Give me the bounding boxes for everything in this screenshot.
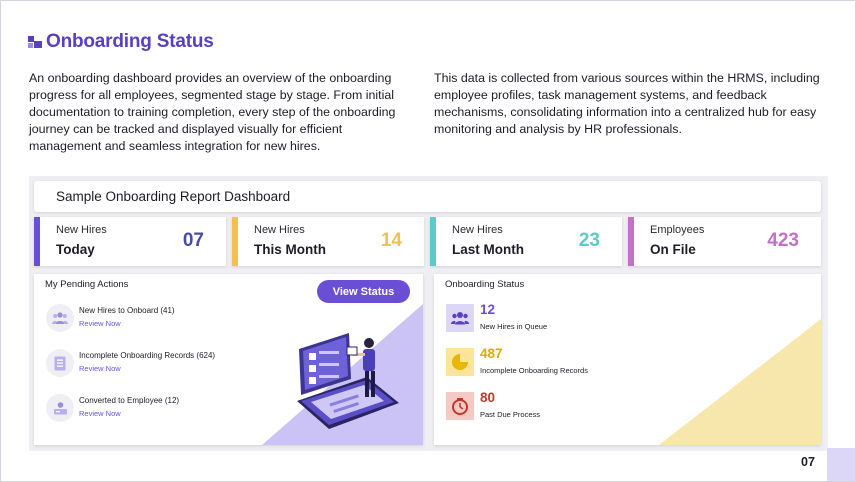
kpi-value: 423 xyxy=(767,230,799,251)
pie-icon xyxy=(446,348,474,376)
logo-icon xyxy=(28,35,42,49)
kpi-card-last-month: New Hires Last Month 23 xyxy=(430,217,622,266)
dashboard-title: Sample Onboarding Report Dashboard xyxy=(56,189,291,204)
page-number: 07 xyxy=(801,448,855,481)
id-card-icon xyxy=(46,394,74,422)
kpi-accent-bar xyxy=(430,217,436,266)
review-now-link[interactable]: Review Now xyxy=(79,364,121,373)
alarm-icon xyxy=(446,392,474,420)
intro-right: This data is collected from various sour… xyxy=(434,71,820,136)
kpi-sublabel: This Month xyxy=(254,242,326,257)
pending-item-label: Incomplete Onboarding Records (624) xyxy=(79,351,216,360)
status-value: 80 xyxy=(480,390,496,405)
status-value: 12 xyxy=(480,302,496,317)
kpi-label: New Hires xyxy=(254,224,305,236)
kpi-card-employees: Employees On File 423 xyxy=(628,217,821,266)
review-now-link[interactable]: Review Now xyxy=(79,409,121,418)
kpi-value: 07 xyxy=(182,230,204,251)
status-label: Incomplete Onboarding Records xyxy=(480,366,588,375)
status-value: 487 xyxy=(480,346,503,361)
intro-left: An onboarding dashboard provides an over… xyxy=(29,71,396,153)
kpi-card-today: New Hires Today 07 xyxy=(34,217,226,266)
group-icon xyxy=(446,304,474,332)
page-title: Onboarding Status xyxy=(46,31,214,52)
kpi-accent-bar xyxy=(34,217,40,266)
review-now-link[interactable]: Review Now xyxy=(79,319,121,328)
title-row: Onboarding Status xyxy=(28,31,214,53)
kpi-value: 23 xyxy=(578,230,600,251)
page-number-accent xyxy=(827,448,855,481)
onboarding-status-title: Onboarding Status xyxy=(445,279,525,290)
status-label: Past Due Process xyxy=(480,410,541,419)
pending-item-label: New Hires to Onboard (41) xyxy=(79,306,175,315)
kpi-label: Employees xyxy=(650,224,705,236)
kpi-accent-bar xyxy=(232,217,238,266)
pending-item-label: Converted to Employee (12) xyxy=(79,396,180,405)
view-status-button[interactable]: View Status xyxy=(317,280,410,303)
people-icon xyxy=(46,304,74,332)
dashboard-header: Sample Onboarding Report Dashboard xyxy=(34,181,821,212)
kpi-sublabel: On File xyxy=(650,242,696,257)
page-number-label: 07 xyxy=(801,455,815,469)
kpi-value: 14 xyxy=(380,230,402,251)
kpi-accent-bar xyxy=(628,217,634,266)
kpi-sublabel: Today xyxy=(56,242,95,257)
document-icon xyxy=(46,349,74,377)
onboarding-status-card: Onboarding Status 12 New Hires in Queue xyxy=(434,274,821,445)
kpi-label: New Hires xyxy=(56,224,107,236)
status-label: New Hires in Queue xyxy=(480,322,548,331)
dashboard-illustration xyxy=(297,333,399,429)
kpi-label: New Hires xyxy=(452,224,503,236)
kpi-sublabel: Last Month xyxy=(452,242,524,257)
pending-actions-title: My Pending Actions xyxy=(45,279,129,290)
slide: Onboarding Status An onboarding dashboar… xyxy=(0,0,856,482)
pending-actions-card: My Pending Actions View Status New Hires… xyxy=(34,274,423,445)
kpi-card-this-month: New Hires This Month 14 xyxy=(232,217,424,266)
